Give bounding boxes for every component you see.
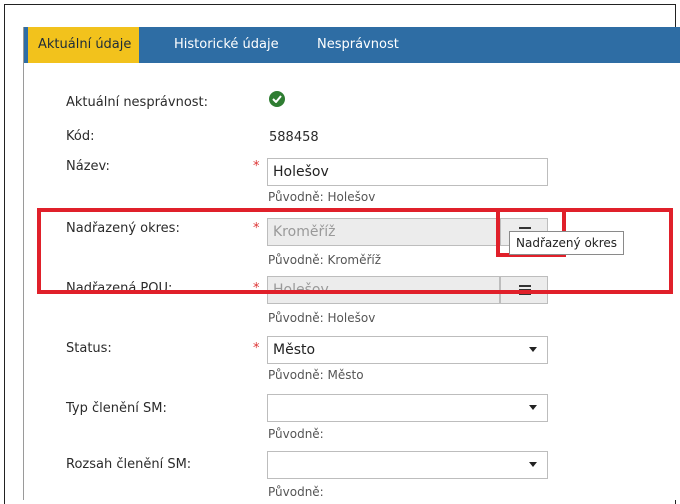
tab-nespravnost[interactable]: Nesprávnost [307,27,409,63]
status-select[interactable]: Město [267,336,548,364]
caret-down-icon [529,347,537,352]
label-typ-cleneni-sm: Typ členění SM: [66,401,167,416]
caret-down-icon [529,405,537,410]
typ-cleneni-sm-select[interactable] [267,394,548,422]
rozsah-cleneni-sm-select[interactable] [267,451,548,479]
status-original: Původně: Město [268,368,364,382]
required-marker: * [253,341,260,356]
tab-bar: Aktuální údaje Historické údaje Nesprávn… [24,27,680,63]
rozsah-cleneni-sm-original: Původně: [268,485,324,499]
tab-historicke-udaje[interactable]: Historické údaje [164,27,289,63]
label-aktualni-nespravnost: Aktuální nesprávnost: [66,95,209,110]
required-marker: * [253,159,260,174]
check-circle-icon [269,91,285,107]
nazev-original: Původně: Holešov [268,190,376,204]
typ-cleneni-sm-original: Původně: [268,427,324,441]
nadrazena-pou-original: Původně: Holešov [268,311,376,325]
status-selected-value: Město [273,342,316,358]
label-nazev: Název: [66,159,110,174]
tooltip: Nadřazený okres [509,231,625,255]
kod-value: 588458 [269,130,319,145]
caret-down-icon [529,462,537,467]
label-kod: Kód: [66,129,95,144]
tab-aktualni-udaje[interactable]: Aktuální údaje [28,27,139,63]
label-rozsah-cleneni-sm: Rozsah členění SM: [66,457,192,472]
label-status: Status: [66,341,112,356]
nazev-input[interactable]: Holešov [267,158,548,186]
